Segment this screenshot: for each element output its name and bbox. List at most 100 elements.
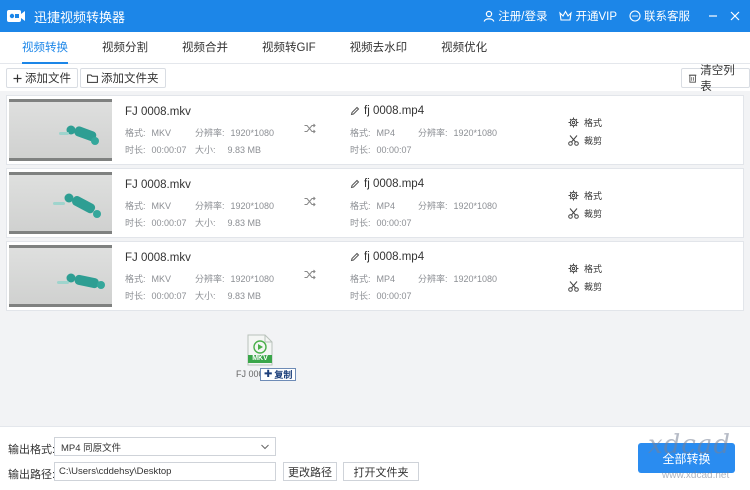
cut-action-label: 裁剪 [584, 136, 603, 146]
clear-list-button[interactable]: 清空列表 [681, 65, 750, 93]
scissors-icon [568, 281, 579, 292]
output-file-name: fj 0008.mp4 [364, 105, 425, 117]
source-format: 格式: MKV [125, 274, 172, 284]
file-row[interactable]: FJ 0008.mkv 格式: MKV 分辨率: 1920*1080 时长: 00:0… [6, 95, 744, 165]
source-file-name: FJ 0008.mkv [125, 106, 191, 118]
source-resolution: 分辨率: 1920*1080 [195, 201, 275, 211]
source-size: 大小: 9.83 MB [195, 218, 262, 228]
app-logo-icon [6, 7, 26, 25]
bottom-panel: 输出格式: MP4 同原文件 输出路径: 更改路径 打开文件夹 全部转换 [0, 426, 750, 490]
open-vip-label: 开通VIP [575, 11, 617, 23]
watermark-logo: xdcad [648, 430, 732, 460]
cut-action-label: 裁剪 [584, 209, 603, 219]
app-title: 迅捷视频转换器 [34, 9, 126, 25]
source-size: 大小: 9.83 MB [195, 291, 262, 301]
tab-remove-watermark[interactable]: 视频去水印 [338, 32, 420, 64]
file-row[interactable]: FJ 0008.mkv 格式: MKV 分辨率: 1920*1080 时长: 00:0… [6, 168, 744, 238]
add-folder-button[interactable]: 添加文件夹 [80, 68, 166, 88]
file-list: FJ 0008.mkv 格式: MKV 分辨率: 1920*1080 时长: 00:0… [0, 91, 750, 426]
output-file-name-row[interactable]: fj 0008.mp4 [350, 105, 424, 117]
minimize-button[interactable] [702, 0, 724, 32]
tab-video-split[interactable]: 视频分割 [90, 32, 160, 64]
trash-icon [688, 74, 697, 83]
pencil-icon[interactable] [350, 252, 360, 262]
register-login-link[interactable]: 注册/登录 [483, 8, 547, 24]
pencil-icon[interactable] [350, 179, 360, 189]
plus-icon [13, 74, 22, 82]
source-resolution: 分辨率: 1920*1080 [195, 128, 275, 138]
output-file-name-row[interactable]: fj 0008.mp4 [350, 251, 424, 263]
output-format-select[interactable]: MP4 同原文件 [54, 437, 276, 456]
output-file-name-row[interactable]: fj 0008.mp4 [350, 178, 424, 190]
output-resolution: 分辨率: 1920*1080 [418, 128, 498, 138]
copy-tooltip-label: 复制 [274, 370, 293, 380]
output-duration: 时长: 00:00:07 [350, 218, 412, 228]
watermark-url: www.xdcad.net [662, 470, 730, 481]
minimize-icon [709, 15, 717, 17]
shuffle-icon [304, 196, 316, 207]
format-action-label: 格式 [584, 191, 603, 201]
add-file-label: 添加文件 [25, 73, 71, 85]
source-size: 大小: 9.83 MB [195, 145, 262, 155]
output-format: 格式: MP4 [350, 128, 396, 138]
tab-video-to-gif[interactable]: 视频转GIF [250, 32, 328, 64]
cut-button[interactable]: 裁剪 [568, 134, 602, 147]
open-folder-button[interactable]: 打开文件夹 [343, 462, 419, 481]
dragged-file-icon[interactable]: MKV [246, 334, 274, 366]
video-thumbnail [9, 172, 112, 234]
output-format: 格式: MP4 [350, 201, 396, 211]
source-file-name: FJ 0008.mkv [125, 179, 191, 191]
toolbar: 添加文件 添加文件夹 清空列表 [0, 65, 750, 93]
chevron-down-icon [261, 444, 269, 450]
gear-icon [568, 117, 579, 128]
close-button[interactable] [724, 0, 746, 32]
source-duration: 时长: 00:00:07 [125, 291, 187, 301]
source-file-name: FJ 0008.mkv [125, 252, 191, 264]
output-resolution: 分辨率: 1920*1080 [418, 201, 498, 211]
crown-icon [559, 10, 573, 21]
shuffle-icon [304, 123, 316, 134]
format-settings-button[interactable]: 格式 [568, 189, 602, 202]
function-tabs: 视频转换 视频分割 视频合并 视频转GIF 视频去水印 视频优化 [0, 32, 750, 64]
video-thumbnail [9, 99, 112, 161]
register-login-label: 注册/登录 [498, 11, 548, 23]
shuffle-icon [304, 269, 316, 280]
source-format: 格式: MKV [125, 201, 172, 211]
output-path-label: 输出路径: [8, 469, 56, 481]
format-settings-button[interactable]: 格式 [568, 116, 602, 129]
format-action-label: 格式 [584, 264, 603, 274]
output-resolution: 分辨率: 1920*1080 [418, 274, 498, 284]
output-format-value: MP4 同原文件 [61, 442, 122, 454]
format-settings-button[interactable]: 格式 [568, 262, 602, 275]
scissors-icon [568, 208, 579, 219]
cut-button[interactable]: 裁剪 [568, 280, 602, 293]
tab-video-merge[interactable]: 视频合并 [170, 32, 240, 64]
plus-icon: ✚ [264, 369, 273, 380]
format-action-label: 格式 [584, 118, 603, 128]
folder-icon [87, 74, 98, 83]
output-duration: 时长: 00:00:07 [350, 291, 412, 301]
cut-action-label: 裁剪 [584, 282, 603, 292]
file-row[interactable]: FJ 0008.mkv 格式: MKV 分辨率: 1920*1080 时长: 00:0… [6, 241, 744, 311]
source-duration: 时长: 00:00:07 [125, 145, 187, 155]
output-format: 格式: MP4 [350, 274, 396, 284]
cut-button[interactable]: 裁剪 [568, 207, 602, 220]
user-icon [483, 10, 495, 22]
source-format: 格式: MKV [125, 128, 172, 138]
add-file-button[interactable]: 添加文件 [6, 68, 78, 88]
scissors-icon [568, 135, 579, 146]
pencil-icon[interactable] [350, 106, 360, 116]
change-path-button[interactable]: 更改路径 [283, 462, 337, 481]
title-bar: 迅捷视频转换器 注册/登录 开通VIP 联系客服 [0, 0, 750, 32]
tab-video-optimize[interactable]: 视频优化 [429, 32, 499, 64]
tab-video-convert[interactable]: 视频转换 [10, 32, 80, 64]
output-file-name: fj 0008.mp4 [364, 251, 425, 263]
contact-support-link[interactable]: 联系客服 [629, 8, 690, 24]
source-duration: 时长: 00:00:07 [125, 218, 187, 228]
contact-support-label: 联系客服 [644, 11, 690, 23]
output-path-input[interactable] [54, 462, 276, 481]
open-vip-link[interactable]: 开通VIP [559, 8, 617, 24]
gear-icon [568, 190, 579, 201]
chat-icon [629, 10, 641, 22]
output-duration: 时长: 00:00:07 [350, 145, 412, 155]
